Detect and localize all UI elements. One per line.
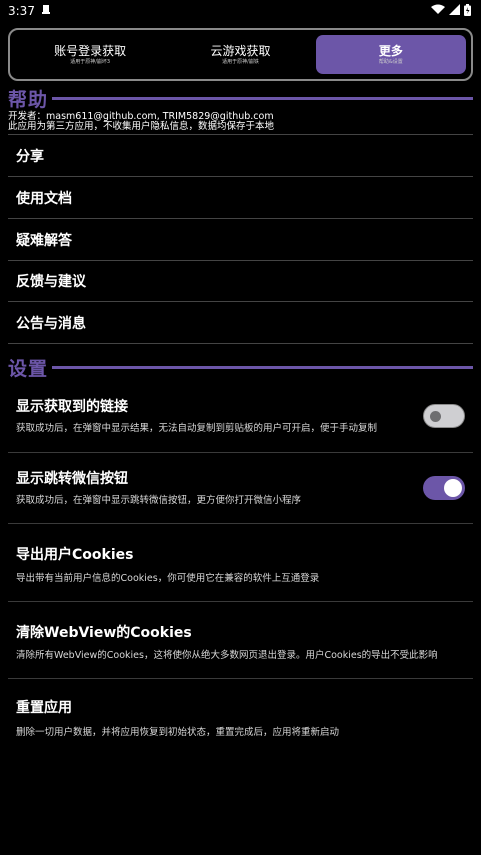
list-item-label: 使用文档 (16, 190, 72, 207)
setting-description: 删除一切用户数据，并将应用恢复到初始状态，重置完成后，应用将重新启动 (16, 727, 340, 738)
tab-label: 更多 (378, 43, 403, 58)
top-tab-bar: 账号登录获取 适用于原神/崩坏3 云游戏获取 适用于原神/崩铁 更多 帮助&设置 (8, 28, 473, 81)
setting-clear-webview-cookies[interactable]: 清除WebView的Cookies 清除所有WebView的Cookies，这将… (8, 602, 473, 679)
setting-export-cookies[interactable]: 导出用户Cookies 导出带有当前用户信息的Cookies，你可使用它在兼容的… (8, 524, 473, 602)
tab-label: 账号登录获取 (54, 43, 127, 58)
notification-icon (41, 4, 51, 18)
help-item-feedback[interactable]: 反馈与建议 (8, 260, 473, 302)
status-bar: 3:37 (0, 0, 481, 22)
tab-sublabel: 适用于原神/崩坏3 (70, 58, 111, 65)
help-section-title: 帮助 (8, 89, 49, 111)
tab-sublabel: 帮助&设置 (378, 58, 403, 65)
tab-account-login[interactable]: 账号登录获取 适用于原神/崩坏3 (15, 35, 165, 74)
setting-title: 显示跳转微信按钮 (16, 471, 128, 487)
section-divider-line (52, 97, 473, 100)
setting-title: 清除WebView的Cookies (16, 625, 192, 641)
list-item-label: 疑难解答 (16, 232, 72, 249)
section-divider-line (52, 366, 473, 369)
privacy-line: 此应用为第三方应用，不收集用户隐私信息，数据均保存于本地 (8, 121, 275, 132)
help-item-faq[interactable]: 疑难解答 (8, 219, 473, 261)
setting-description: 导出带有当前用户信息的Cookies，你可使用它在兼容的软件上互通登录 (16, 573, 320, 584)
tab-cloud-game[interactable]: 云游戏获取 适用于原神/崩铁 (165, 35, 315, 74)
tab-sublabel: 适用于原神/崩铁 (222, 58, 259, 65)
setting-title: 显示获取到的链接 (16, 399, 128, 415)
list-item-label: 分享 (16, 148, 44, 165)
list-item-label: 反馈与建议 (16, 273, 86, 290)
tab-more[interactable]: 更多 帮助&设置 (315, 35, 466, 74)
settings-section-title: 设置 (8, 358, 49, 380)
setting-reset-app[interactable]: 重置应用 删除一切用户数据，并将应用恢复到初始状态，重置完成后，应用将重新启动 (8, 679, 473, 755)
help-item-docs[interactable]: 使用文档 (8, 177, 473, 219)
developer-info: 开发者：masm611@github.com, TRIM5829@github.… (8, 112, 274, 132)
status-time: 3:37 (8, 4, 35, 18)
tab-label: 云游戏获取 (210, 43, 271, 58)
setting-description: 清除所有WebView的Cookies，这将使你从绝大多数网页退出登录。用户Co… (16, 650, 438, 661)
setting-title: 导出用户Cookies (16, 547, 134, 563)
wifi-icon (431, 4, 445, 18)
list-item-label: 公告与消息 (16, 315, 86, 332)
setting-show-wechat-button[interactable]: 显示跳转微信按钮 获取成功后，在弹窗中显示跳转微信按钮，更方便你打开微信小程序 (8, 453, 473, 524)
toggle-knob (444, 479, 462, 497)
help-item-announcements[interactable]: 公告与消息 (8, 302, 473, 344)
help-item-share[interactable]: 分享 (8, 135, 473, 177)
setting-title: 重置应用 (16, 700, 72, 716)
setting-description: 获取成功后，在弹窗中显示结果，无法自动复制到剪贴板的用户可开启，便于手动复制 (16, 423, 378, 434)
wechat-button-toggle[interactable] (423, 476, 465, 500)
help-section-header: 帮助 (8, 85, 473, 112)
setting-description: 获取成功后，在弹窗中显示跳转微信按钮，更方便你打开微信小程序 (16, 495, 302, 506)
setting-show-link[interactable]: 显示获取到的链接 获取成功后，在弹窗中显示结果，无法自动复制到剪贴板的用户可开启… (8, 384, 473, 453)
toggle-knob (430, 411, 441, 422)
battery-icon (464, 3, 471, 19)
signal-icon (449, 4, 460, 18)
show-link-toggle[interactable] (423, 404, 465, 428)
settings-section-header: 设置 (8, 354, 473, 381)
